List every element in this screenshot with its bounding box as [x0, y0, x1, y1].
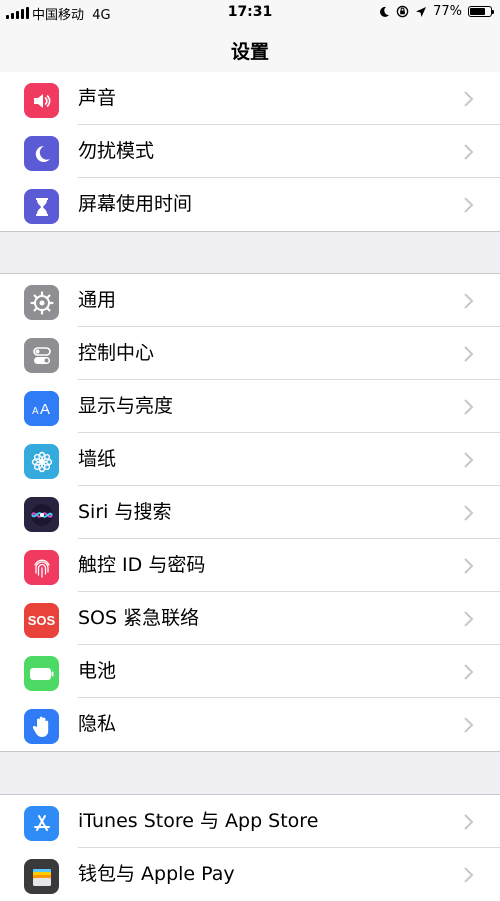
- status-bar: 中国移动 4G 17:31 77%: [0, 0, 500, 26]
- flower-icon: [24, 444, 59, 479]
- gear-icon: [24, 285, 59, 320]
- row-do-not-disturb[interactable]: 勿扰模式: [0, 125, 500, 178]
- row-screen-time[interactable]: 屏幕使用时间: [0, 178, 500, 231]
- chevron-right-icon: [464, 293, 474, 309]
- chevron-right-icon: [464, 717, 474, 733]
- siri-icon: [24, 497, 59, 532]
- row-general[interactable]: 通用: [0, 274, 500, 327]
- svg-text:A: A: [32, 406, 39, 417]
- chevron-right-icon: [464, 558, 474, 574]
- battery-percent: 77%: [433, 4, 462, 19]
- chevron-right-icon: [464, 814, 474, 830]
- row-label: 显示与亮度: [78, 395, 174, 417]
- moon-icon: [24, 136, 59, 171]
- row-label: 屏幕使用时间: [78, 193, 193, 215]
- chevron-right-icon: [464, 346, 474, 362]
- row-privacy[interactable]: 隐私: [0, 698, 500, 751]
- hourglass-icon: [24, 189, 59, 224]
- row-label: 触控 ID 与密码: [78, 554, 206, 576]
- svg-text:A: A: [40, 401, 50, 418]
- sos-icon: SOS: [24, 603, 59, 638]
- sos-icon-text: SOS: [27, 613, 56, 628]
- chevron-right-icon: [464, 452, 474, 468]
- chevron-right-icon: [464, 399, 474, 415]
- row-sounds[interactable]: 声音: [0, 72, 500, 125]
- rotation-lock-icon: [396, 5, 409, 18]
- chevron-right-icon: [464, 664, 474, 680]
- row-label: 隐私: [78, 713, 117, 735]
- row-touch-id-passcode[interactable]: 触控 ID 与密码: [0, 539, 500, 592]
- chevron-right-icon: [464, 144, 474, 160]
- chevron-right-icon: [464, 505, 474, 521]
- row-label: 声音: [78, 87, 117, 109]
- location-icon: [416, 6, 427, 17]
- row-battery[interactable]: 电池: [0, 645, 500, 698]
- speaker-icon: [24, 83, 59, 118]
- row-label: SOS 紧急联络: [78, 607, 200, 629]
- row-label: 控制中心: [78, 342, 155, 364]
- row-label: iTunes Store 与 App Store: [78, 810, 319, 832]
- settings-group-3: iTunes Store 与 App Store 钱包与 Apple Pay: [0, 794, 500, 901]
- chevron-right-icon: [464, 867, 474, 883]
- battery-icon: [24, 656, 59, 691]
- row-emergency-sos[interactable]: SOS SOS 紧急联络: [0, 592, 500, 645]
- chevron-right-icon: [464, 611, 474, 627]
- status-right: 77%: [378, 4, 494, 19]
- moon-status-icon: [380, 6, 390, 17]
- row-label: 电池: [78, 660, 117, 682]
- chevron-right-icon: [464, 91, 474, 107]
- row-control-center[interactable]: 控制中心: [0, 327, 500, 380]
- row-label: 勿扰模式: [78, 140, 155, 162]
- row-display-brightness[interactable]: AA 显示与亮度: [0, 380, 500, 433]
- text-size-icon: AA: [24, 391, 59, 426]
- row-itunes-app-store[interactable]: iTunes Store 与 App Store: [0, 795, 500, 848]
- toggles-icon: [24, 338, 59, 373]
- row-label: 钱包与 Apple Pay: [78, 863, 235, 885]
- row-wallpaper[interactable]: 墙纸: [0, 433, 500, 486]
- row-label: Siri 与搜索: [78, 501, 172, 523]
- settings-group-1: 声音 勿扰模式 屏幕使用时间: [0, 72, 500, 232]
- app-store-icon: [24, 806, 59, 841]
- battery-icon: [468, 6, 494, 17]
- row-siri-search[interactable]: Siri 与搜索: [0, 486, 500, 539]
- row-wallet-apple-pay[interactable]: 钱包与 Apple Pay: [0, 848, 500, 901]
- page-title: 设置: [230, 41, 269, 63]
- hand-icon: [24, 709, 59, 744]
- chevron-right-icon: [464, 197, 474, 213]
- row-label: 通用: [78, 289, 117, 311]
- fingerprint-icon: [24, 550, 59, 585]
- settings-group-2: 通用 控制中心 AA 显示与亮度 墙纸 Siri 与搜索 触控 ID 与密码 S…: [0, 273, 500, 752]
- row-label: 墙纸: [78, 448, 117, 470]
